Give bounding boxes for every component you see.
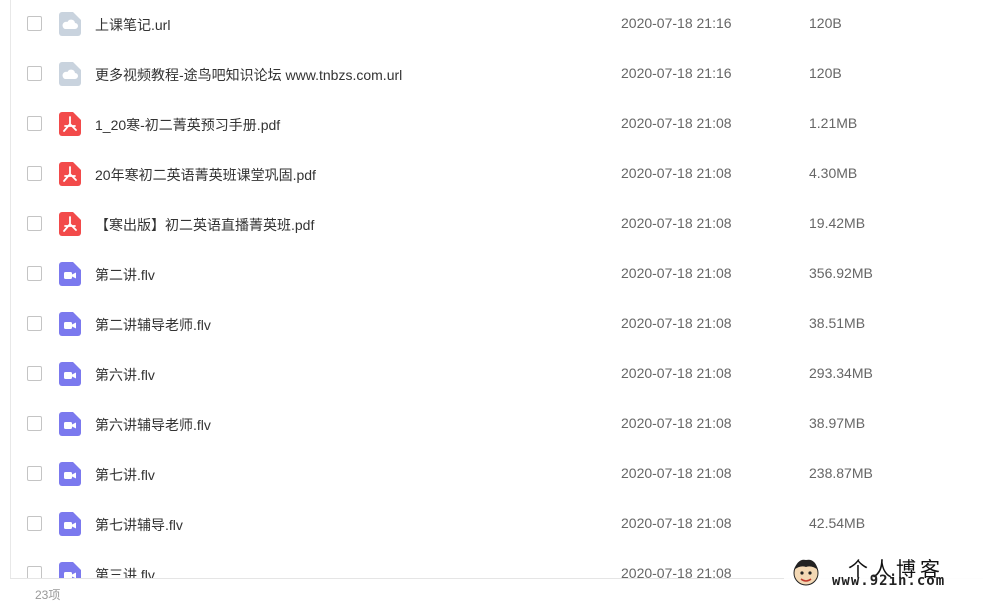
file-name[interactable]: 20年寒初二英语菁英班课堂巩固.pdf [95,165,316,185]
file-size: 293.34MB [809,365,873,381]
file-name[interactable]: 第七讲辅导.flv [95,515,183,535]
file-size: 238.87MB [809,465,873,481]
pdf-icon [59,112,81,136]
item-count: 23项 [35,588,61,602]
video-icon [59,412,81,436]
file-date: 2020-07-18 21:08 [621,215,732,231]
file-name[interactable]: 第二讲辅导老师.flv [95,315,211,335]
file-name[interactable]: 第二讲.flv [95,265,155,285]
row-checkbox[interactable] [27,416,42,431]
file-date: 2020-07-18 21:08 [621,465,732,481]
file-list: 上课笔记.url 2020-07-18 21:16 120B 更多视频教程-途鸟吧知识… [0,0,983,578]
row-checkbox[interactable] [27,516,42,531]
cloud-link-icon [59,12,81,36]
video-icon [59,462,81,486]
row-checkbox[interactable] [27,566,42,578]
file-name[interactable]: 第六讲.flv [95,365,155,385]
file-name[interactable]: 更多视频教程-途鸟吧知识论坛 www.tnbzs.com.url [95,65,402,85]
file-date: 2020-07-18 21:08 [621,165,732,181]
file-row[interactable]: 第七讲.flv 2020-07-18 21:08 238.87MB [0,450,983,500]
row-checkbox[interactable] [27,466,42,481]
file-row[interactable]: 第二讲辅导老师.flv 2020-07-18 21:08 38.51MB [0,300,983,350]
row-checkbox[interactable] [27,216,42,231]
file-name[interactable]: 上课笔记.url [95,15,170,35]
video-icon [59,262,81,286]
file-date: 2020-07-18 21:08 [621,565,732,578]
file-size: 42.54MB [809,515,866,531]
file-name[interactable]: 第六讲辅导老师.flv [95,415,211,435]
file-size: 120B [809,15,842,31]
file-name[interactable]: 第三讲.flv [95,565,155,578]
file-row[interactable]: 20年寒初二英语菁英班课堂巩固.pdf 2020-07-18 21:08 4.30M… [0,150,983,200]
row-checkbox[interactable] [27,266,42,281]
file-row[interactable]: 第二讲.flv 2020-07-18 21:08 356.92MB [0,250,983,300]
file-row[interactable]: 上课笔记.url 2020-07-18 21:16 120B [0,0,983,50]
file-date: 2020-07-18 21:08 [621,515,732,531]
row-checkbox[interactable] [27,66,42,81]
file-date: 2020-07-18 21:08 [621,115,732,131]
row-checkbox[interactable] [27,166,42,181]
file-name[interactable]: 1_20寒-初二菁英预习手册.pdf [95,115,280,135]
pdf-icon [59,212,81,236]
row-checkbox[interactable] [27,316,42,331]
row-checkbox[interactable] [27,16,42,31]
file-row[interactable]: 更多视频教程-途鸟吧知识论坛 www.tnbzs.com.url 2020-07-… [0,50,983,100]
file-name[interactable]: 【寒出版】初二英语直播菁英班.pdf [95,215,314,235]
pdf-icon [59,162,81,186]
file-row[interactable]: 第六讲.flv 2020-07-18 21:08 293.34MB [0,350,983,400]
file-row[interactable]: 第七讲辅导.flv 2020-07-18 21:08 42.54MB [0,500,983,550]
file-date: 2020-07-18 21:08 [621,365,732,381]
row-checkbox[interactable] [27,366,42,381]
video-icon [59,312,81,336]
watermark-url: www.92in.com [832,573,946,589]
file-date: 2020-07-18 21:08 [621,415,732,431]
file-row[interactable]: 1_20寒-初二菁英预习手册.pdf 2020-07-18 21:08 1.21MB [0,100,983,150]
file-name[interactable]: 第七讲.flv [95,465,155,485]
file-date: 2020-07-18 21:08 [621,265,732,281]
file-date: 2020-07-18 21:16 [621,15,732,31]
file-date: 2020-07-18 21:16 [621,65,732,81]
file-size: 38.51MB [809,315,866,331]
file-size: 1.21MB [809,115,858,131]
file-size: 19.42MB [809,215,866,231]
file-date: 2020-07-18 21:08 [621,315,732,331]
file-size: 120B [809,65,842,81]
watermark: 个人博客 www.92in.com [784,551,983,594]
video-icon [59,562,81,578]
cloud-link-icon [59,62,81,86]
video-icon [59,362,81,386]
file-row[interactable]: 第六讲辅导老师.flv 2020-07-18 21:08 38.97MB [0,400,983,450]
video-icon [59,512,81,536]
cartoon-face-icon [793,559,819,586]
file-size: 356.92MB [809,265,873,281]
file-size: 38.97MB [809,415,866,431]
row-checkbox[interactable] [27,116,42,131]
file-size: 4.30MB [809,165,858,181]
file-row[interactable]: 【寒出版】初二英语直播菁英班.pdf 2020-07-18 21:08 19.42M… [0,200,983,250]
